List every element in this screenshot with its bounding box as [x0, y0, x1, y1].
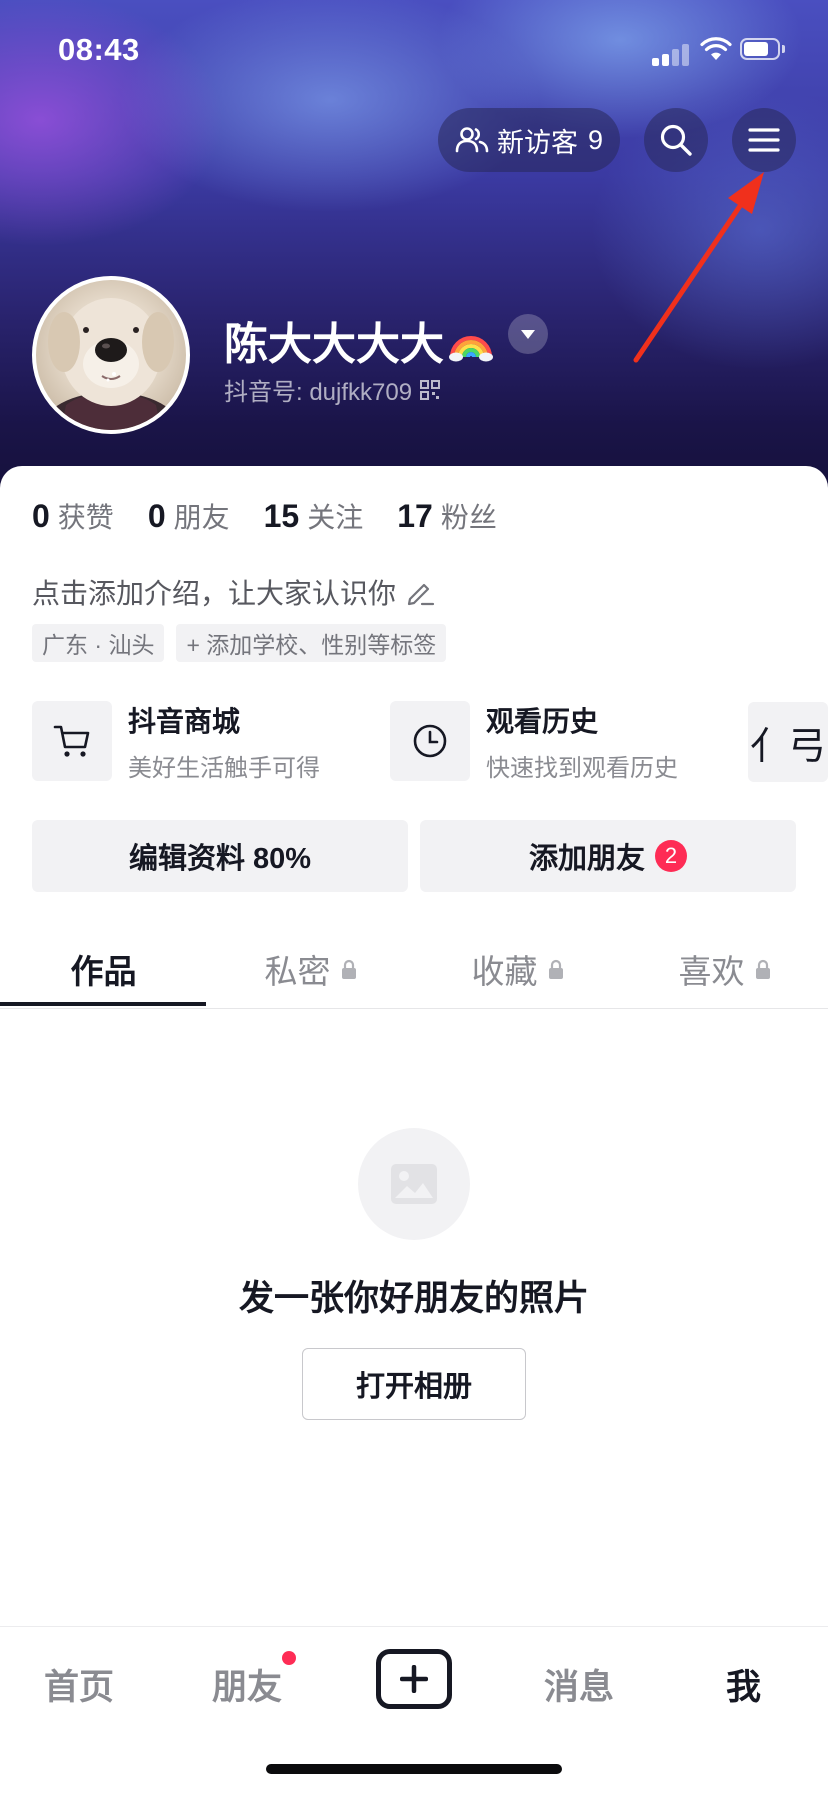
create-button[interactable]: [376, 1649, 452, 1709]
stat-likes[interactable]: 0 获赞: [32, 496, 114, 536]
stat-followers[interactable]: 17 粉丝: [397, 496, 497, 536]
stat-label: 获赞: [57, 502, 114, 533]
battery-icon: [740, 38, 786, 62]
dog-photo: [41, 298, 181, 430]
bio-edit[interactable]: 点击添加介绍，让大家认识你: [32, 572, 436, 612]
status-bar: 08:43: [0, 30, 828, 70]
clock-icon: [390, 701, 470, 781]
signal-icon: [652, 40, 692, 66]
new-visitors-button[interactable]: 新访客 9: [438, 108, 620, 172]
stat-value: 0: [32, 498, 50, 534]
tab-works[interactable]: 作品: [0, 930, 207, 1008]
lock-icon: [341, 959, 356, 979]
stat-label: 关注: [307, 502, 364, 533]
service-mall[interactable]: 抖音商城 美好生活触手可得: [32, 700, 320, 782]
tab-private[interactable]: 私密: [207, 930, 414, 1008]
active-tab-indicator: [0, 1002, 206, 1006]
stat-label: 粉丝: [440, 502, 497, 533]
douyin-id[interactable]: 抖音号: dujfkk709: [224, 372, 441, 407]
new-visitors-count: 9: [587, 124, 604, 155]
nav-label: 首页: [44, 1667, 115, 1707]
bio-text: 点击添加介绍，让大家认识你: [32, 578, 397, 609]
pencil-icon: [407, 583, 435, 606]
service-history[interactable]: 观看历史 快速找到观看历史: [390, 700, 678, 782]
service-more[interactable]: 亻弓: [748, 702, 828, 782]
service-title: 抖音商城: [128, 705, 241, 737]
home-indicator: [266, 1764, 562, 1774]
edit-profile-label: 编辑资料 80%: [128, 843, 312, 875]
nav-label: 消息: [544, 1667, 615, 1707]
stat-label: 朋友: [173, 502, 230, 533]
service-title: 观看历史: [486, 705, 599, 737]
profile-tags: 广东 · 汕头 + 添加学校、性别等标签: [32, 624, 458, 662]
people-icon: [455, 127, 489, 153]
nav-label: 我: [726, 1667, 762, 1707]
menu-button[interactable]: [732, 108, 796, 172]
stat-friends[interactable]: 0 朋友: [148, 496, 230, 536]
friends-notification-dot: [282, 1651, 296, 1665]
tab-label: 喜欢: [678, 953, 745, 990]
add-tags-button[interactable]: + 添加学校、性别等标签: [176, 624, 447, 662]
add-friend-label: 添加朋友: [528, 843, 645, 875]
edit-profile-button[interactable]: 编辑资料 80%: [32, 820, 408, 892]
plus-icon: [400, 1665, 428, 1693]
location-tag[interactable]: 广东 · 汕头: [32, 624, 165, 662]
nav-home[interactable]: 首页: [44, 1659, 114, 1709]
tab-label: 作品: [70, 953, 137, 990]
add-friend-badge: 2: [655, 840, 687, 872]
service-subtitle: 快速找到观看历史: [486, 754, 678, 782]
menu-icon: [748, 128, 780, 152]
lock-icon: [755, 959, 770, 979]
nav-me[interactable]: 我: [726, 1659, 761, 1709]
stat-value: 0: [147, 498, 166, 534]
wifi-icon: [700, 37, 732, 60]
new-visitors-label: 新访客: [496, 127, 578, 158]
tab-label: 收藏: [471, 953, 538, 990]
open-album-button[interactable]: 打开相册: [302, 1348, 526, 1420]
status-time: 08:43: [58, 32, 140, 67]
open-album-label: 打开相册: [355, 1371, 472, 1403]
cart-icon: [32, 701, 112, 781]
avatar[interactable]: [32, 276, 190, 434]
rainbow-icon: [449, 336, 493, 362]
nav-messages[interactable]: 消息: [544, 1659, 614, 1709]
tab-label: 私密: [264, 953, 331, 990]
qr-code-icon: [420, 379, 441, 400]
add-friend-button[interactable]: 添加朋友 2: [420, 820, 796, 892]
tab-likes[interactable]: 喜欢: [621, 930, 828, 1008]
empty-state-title: 发一张你好朋友的照片: [238, 1279, 589, 1318]
douyin-id-text: 抖音号: dujfkk709: [224, 379, 413, 406]
profile-name-text: 陈大大大大: [224, 320, 444, 369]
service-subtitle: 美好生活触手可得: [128, 754, 320, 782]
stat-value: 15: [263, 498, 300, 534]
nav-friends[interactable]: 朋友: [212, 1659, 282, 1709]
account-switch-button[interactable]: [508, 314, 548, 354]
stat-value: 17: [397, 498, 433, 534]
tab-favorites[interactable]: 收藏: [414, 930, 621, 1008]
search-button[interactable]: [644, 108, 708, 172]
photo-placeholder-icon: [358, 1128, 470, 1240]
caret-down-icon: [521, 330, 535, 339]
search-icon: [660, 124, 692, 156]
lock-icon: [548, 959, 563, 979]
content-tabs: 作品 私密 收藏 喜欢: [0, 930, 828, 1009]
profile-name: 陈大大大大: [224, 308, 494, 372]
stat-following[interactable]: 15 关注: [264, 496, 364, 536]
profile-stats: 0 获赞 0 朋友 15 关注 17 粉丝: [32, 496, 531, 536]
nav-label: 朋友: [212, 1667, 283, 1707]
